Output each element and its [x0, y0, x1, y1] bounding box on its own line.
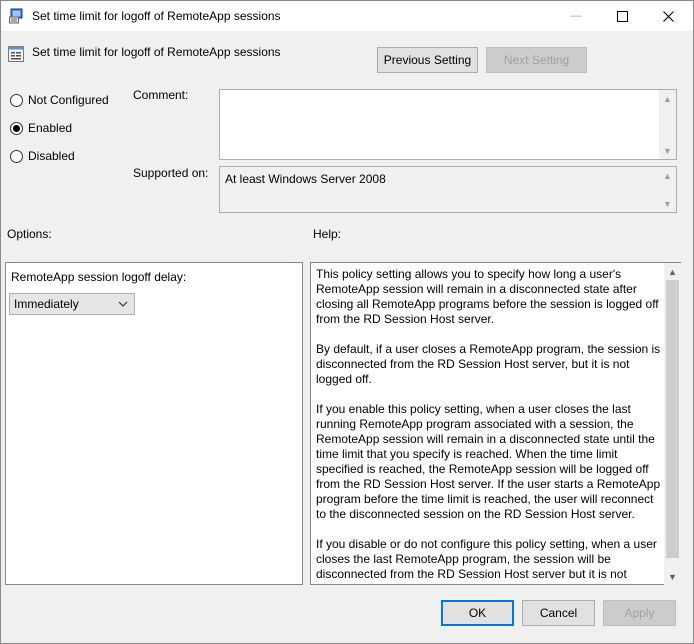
radio-disabled-circle[interactable] [10, 149, 23, 163]
ok-label: OK [468, 606, 487, 620]
window-title: Set time limit for logoff of RemoteApp s… [32, 9, 281, 23]
help-text: This policy setting allows you to specif… [316, 267, 662, 584]
logoff-delay-dropdown[interactable]: Immediately [9, 293, 135, 315]
title-bar[interactable]: Set time limit for logoff of RemoteApp s… [1, 1, 693, 31]
next-setting-label: Next Setting [503, 53, 570, 67]
minimize-button[interactable]: — [553, 1, 599, 31]
policy-app-icon [9, 8, 23, 24]
comment-scroll-down-icon[interactable]: ▼ [659, 142, 676, 159]
chevron-down-icon [118, 301, 128, 307]
options-section-label: Options: [7, 227, 52, 241]
next-setting-button[interactable]: Next Setting [486, 47, 587, 73]
help-scrollbar[interactable]: ▲ ▼ [664, 263, 681, 585]
previous-setting-button[interactable]: Previous Setting [377, 47, 478, 73]
supported-on-label: Supported on: [133, 166, 209, 180]
help-paragraph: If you enable this policy setting, when … [316, 402, 661, 521]
logoff-delay-label: RemoteApp session logoff delay: [11, 270, 187, 284]
radio-not-configured-label: Not Configured [28, 93, 109, 107]
supported-on-value: At least Windows Server 2008 [225, 172, 386, 186]
comment-scrollbar[interactable]: ▲ ▼ [659, 90, 676, 159]
radio-disabled[interactable]: Disabled [10, 149, 75, 163]
ok-button[interactable]: OK [441, 600, 514, 626]
comment-label: Comment: [133, 88, 189, 102]
maximize-icon [616, 10, 628, 22]
cancel-label: Cancel [539, 606, 578, 620]
help-scroll-thumb[interactable] [666, 280, 679, 558]
close-window-button[interactable] [645, 1, 691, 31]
radio-enabled-label: Enabled [28, 121, 73, 135]
previous-setting-label: Previous Setting [383, 53, 472, 67]
help-paragraph: If you disable or do not configure this … [316, 537, 657, 584]
close-icon [662, 10, 674, 22]
radio-enabled[interactable]: Enabled [10, 121, 72, 135]
supported-scroll-down-icon[interactable]: ▼ [659, 195, 676, 212]
logoff-delay-selected-value: Immediately [14, 297, 79, 311]
apply-button[interactable]: Apply [603, 600, 676, 626]
radio-enabled-circle[interactable] [10, 121, 23, 135]
supported-scroll-up-icon[interactable]: ▲ [659, 167, 676, 184]
apply-label: Apply [624, 606, 655, 620]
comment-scroll-up-icon[interactable]: ▲ [659, 90, 676, 107]
radio-not-configured[interactable]: Not Configured [10, 93, 109, 107]
help-paragraph: This policy setting allows you to specif… [316, 267, 659, 326]
help-scroll-up-icon[interactable]: ▲ [664, 263, 681, 280]
maximize-button[interactable] [599, 1, 645, 31]
radio-not-configured-circle[interactable] [10, 93, 23, 107]
comment-textarea[interactable]: ▲ ▼ [219, 89, 677, 160]
policy-setting-icon [8, 46, 24, 62]
minimize-icon: — [570, 10, 582, 22]
policy-dialog: Set time limit for logoff of RemoteApp s… [0, 0, 694, 644]
radio-disabled-label: Disabled [28, 149, 75, 163]
cancel-button[interactable]: Cancel [522, 600, 595, 626]
help-scroll-down-icon[interactable]: ▼ [664, 568, 681, 585]
help-section-label: Help: [313, 227, 342, 241]
policy-name-heading: Set time limit for logoff of RemoteApp s… [32, 45, 281, 59]
supported-scrollbar[interactable]: ▲ ▼ [659, 167, 676, 212]
help-paragraph: By default, if a user closes a RemoteApp… [316, 342, 661, 386]
supported-on-field: At least Windows Server 2008 ▲ ▼ [219, 166, 677, 213]
